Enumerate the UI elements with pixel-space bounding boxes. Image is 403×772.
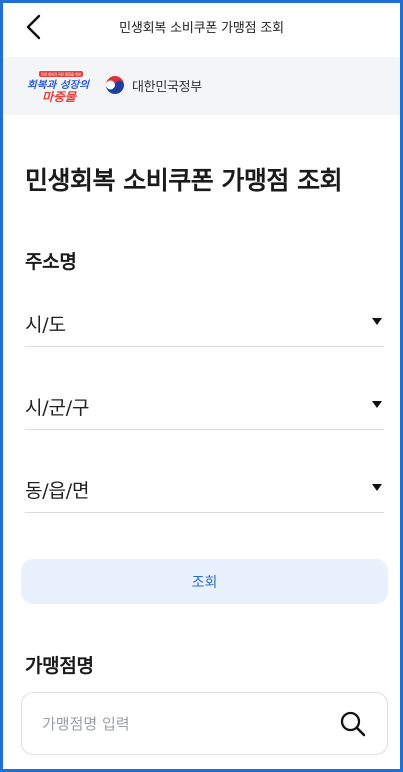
campaign-logo: 민생 회복과 국민 통합을 위한 회복과 성장의 마중물 xyxy=(27,71,91,104)
district-select[interactable]: 동/읍/면 xyxy=(25,466,384,513)
city-select-value: 시/군/구 xyxy=(25,397,90,419)
store-name-input[interactable] xyxy=(42,693,332,754)
caret-down-icon xyxy=(372,484,382,491)
page-title: 민생회복 소비쿠폰 가맹점 조회 xyxy=(25,166,343,195)
government-logo: 대한민국정부 xyxy=(104,74,202,96)
province-select[interactable]: 시/도 xyxy=(25,300,384,347)
search-icon[interactable] xyxy=(339,710,367,738)
back-button[interactable] xyxy=(17,10,51,44)
caret-down-icon xyxy=(372,401,382,408)
chevron-left-icon xyxy=(26,14,41,40)
government-name: 대한민국정부 xyxy=(132,79,202,95)
logo-strip: 민생 회복과 국민 통합을 위한 회복과 성장의 마중물 대한민국정부 xyxy=(3,57,400,115)
store-name-field xyxy=(21,692,388,755)
city-select[interactable]: 시/군/구 xyxy=(25,383,384,430)
campaign-logo-line2: 마중물 xyxy=(42,90,78,104)
campaign-logo-caption: 민생 회복과 국민 통합을 위한 xyxy=(41,72,81,77)
app-frame: 민생회복 소비쿠폰 가맹점 조회 민생 회복과 국민 통합을 위한 회복과 성장… xyxy=(0,0,403,772)
top-app-bar: 민생회복 소비쿠폰 가맹점 조회 xyxy=(3,3,400,53)
store-section-label: 가맹점명 xyxy=(25,655,94,677)
top-bar-title: 민생회복 소비쿠폰 가맹점 조회 xyxy=(119,21,284,36)
search-button[interactable]: 조회 xyxy=(21,559,388,604)
district-select-value: 동/읍/면 xyxy=(25,480,90,502)
address-section-label: 주소명 xyxy=(25,251,77,273)
province-select-value: 시/도 xyxy=(25,314,66,336)
taegeuk-emblem-icon xyxy=(104,74,126,96)
caret-down-icon xyxy=(372,318,382,325)
